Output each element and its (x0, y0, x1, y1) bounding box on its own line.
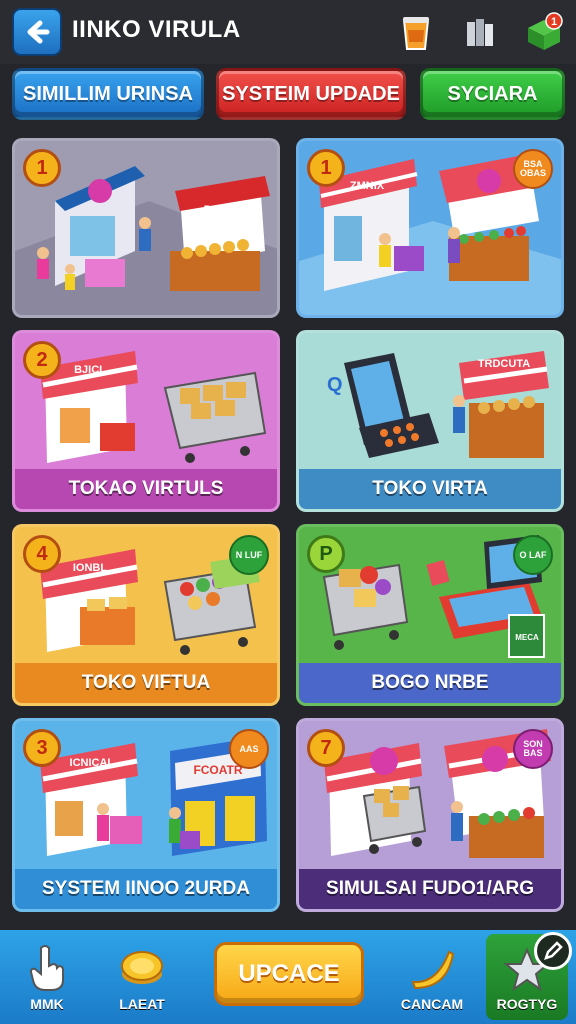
store-card-4[interactable]: Q TRDCUTA TOKO VIRTA (296, 330, 564, 512)
level-badge: P (307, 535, 345, 573)
notification-count: 1 (551, 16, 557, 28)
edit-icon[interactable] (534, 932, 572, 970)
shop-sign: BJICL (74, 364, 106, 376)
shop-sign: BIOOT (204, 204, 239, 216)
shop-sign: FCOATR (193, 763, 242, 777)
level-badge: 1 (23, 149, 61, 187)
store-card-6[interactable]: MECA P O LAF BOGO NRBE (296, 524, 564, 706)
tab-simillim-urinsa[interactable]: SIMILLIM URINSA (12, 68, 204, 120)
level-badge: 4 (23, 535, 61, 573)
level-badge: 1 (307, 149, 345, 187)
store-card-3[interactable]: BJICL 2 TOKAO VIRTULS (12, 330, 280, 512)
upgrade-button[interactable]: UPCACE (214, 942, 364, 1006)
store-card-7[interactable]: ICNICAI FCOATR 3 AAS SYSTEM IINOO 2URDA (12, 718, 280, 912)
coin-icon (121, 951, 163, 984)
level-badge: 7 (307, 729, 345, 767)
pointer-hand-icon (29, 945, 64, 991)
app-title: IINKO VIRULA (72, 16, 241, 43)
shop-sign: TRDCUTA (478, 358, 530, 370)
nav-label: MMK (30, 996, 64, 1012)
top-header: IINKO VIRULA 1 (0, 0, 576, 64)
card-title: SYSTEM IINOO 2URDA (15, 869, 277, 909)
banana-icon (411, 950, 455, 990)
card-title: TOKAO VIRTULS (15, 469, 277, 509)
nav-label: ROGTYG (496, 996, 558, 1012)
store-illustration: Q TRDCUTA (327, 351, 549, 458)
card-title: TOKO VIRTA (299, 469, 561, 509)
arrow-left-icon (27, 20, 50, 44)
promo-badge: BSA OBAS (513, 149, 553, 189)
books-icon[interactable] (460, 10, 500, 54)
promo-badge: AAS (229, 729, 269, 769)
back-button[interactable] (12, 8, 62, 56)
promo-badge: SON BAS (513, 729, 553, 769)
nav-mmk[interactable]: MMK (10, 934, 84, 1020)
search-icon: Q (327, 374, 343, 396)
nav-label: CANCAM (400, 996, 464, 1012)
shop-sign: IONBL (73, 562, 108, 574)
card-title: BOGO NRBE (299, 663, 561, 703)
card-title: TOKO VIFTUA (15, 663, 277, 703)
store-card-8[interactable]: 7 SON BAS SIMULSAI FUDO1/ARG (296, 718, 564, 912)
level-badge: 2 (23, 341, 61, 379)
nav-label: LAEAT (119, 996, 165, 1012)
store-card-2[interactable]: ZMNIX 1 BSA OBAS (296, 138, 564, 318)
shop-sign: ZMNIX (350, 180, 385, 192)
gift-box-icon[interactable]: 1 (524, 10, 564, 54)
tab-syciara[interactable]: SYCIARA (420, 68, 565, 120)
shop-sign: ICNICAI (70, 757, 111, 769)
level-badge: 3 (23, 729, 61, 767)
drink-cup-icon[interactable] (396, 10, 436, 54)
nav-laeat[interactable]: LAEAT (104, 934, 180, 1020)
store-card-1[interactable]: BIOOT 1 (12, 138, 280, 318)
tab-system-update[interactable]: SYSTEIM UPDADE (216, 68, 406, 120)
card-title: SIMULSAI FUDO1/ARG (299, 869, 561, 909)
store-card-5[interactable]: IONBL 4 N LUF TOKO VIFTUA (12, 524, 280, 706)
shop-sign: MECA (515, 633, 539, 642)
promo-badge: N LUF (229, 535, 269, 575)
promo-badge: O LAF (513, 535, 553, 575)
nav-cancam[interactable]: CANCAM (396, 934, 468, 1020)
